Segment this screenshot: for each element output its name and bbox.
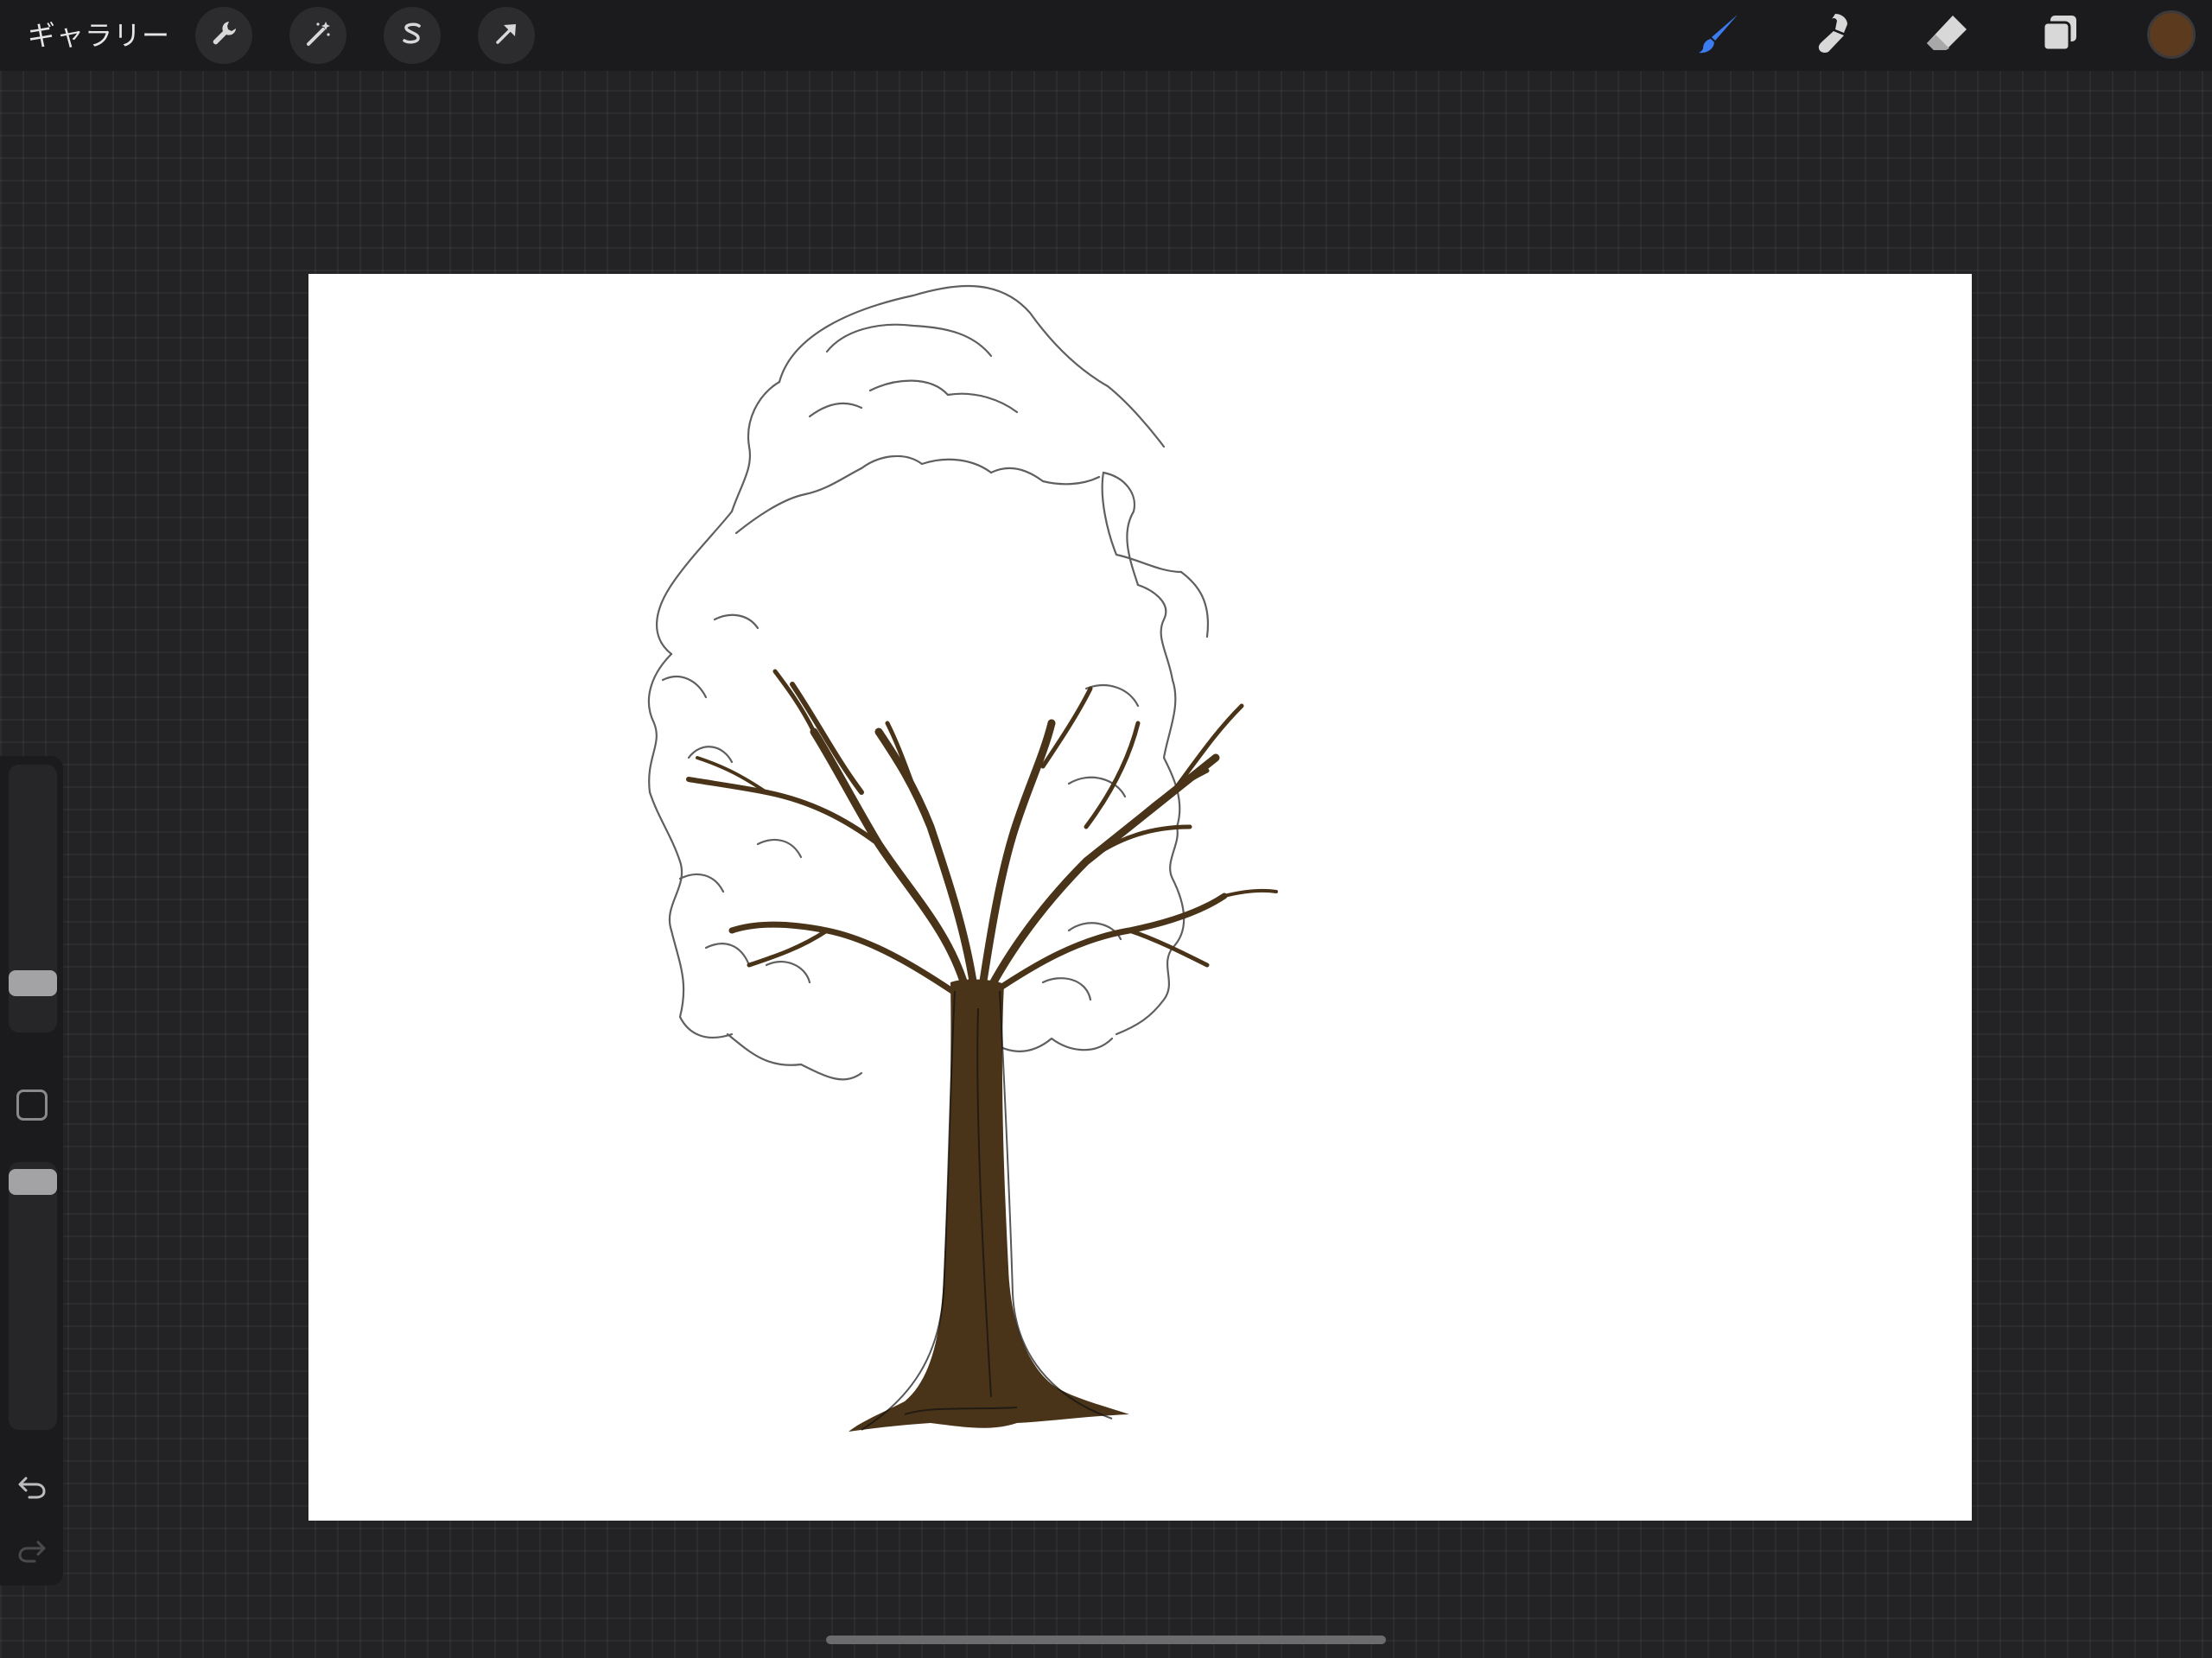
adjustments-button[interactable] [289,7,346,64]
eraser-tool-button[interactable] [1918,7,1975,64]
brush-size-thumb[interactable] [9,970,57,996]
undo-button[interactable] [12,1468,52,1508]
redo-button[interactable] [12,1532,52,1572]
layers-icon [2037,10,2083,60]
magic-wand-icon [302,18,334,53]
transform-button[interactable] [478,7,535,64]
eraser-icon [1923,10,1970,60]
smudge-icon [1809,10,1856,60]
brush-icon [1696,10,1743,60]
opacity-slider[interactable] [9,1162,57,1430]
procreate-app: ギャラリー [0,0,2212,1658]
layers-button[interactable] [2031,7,2088,64]
color-picker-button[interactable] [2147,10,2196,59]
selection-button[interactable] [384,7,441,64]
gallery-button[interactable]: ギャラリー [28,17,170,54]
canopy-sketch [647,284,1210,1081]
square-modify-icon[interactable] [16,1089,48,1121]
smudge-tool-button[interactable] [1804,7,1861,64]
opacity-thumb[interactable] [9,1169,57,1196]
tree-drawing [647,284,1278,1432]
actions-button[interactable] [195,7,252,64]
left-sidebar [0,756,63,1585]
redo-icon [16,1534,48,1570]
home-indicator [826,1636,1386,1644]
tree-branches [686,669,1278,994]
drawing-canvas[interactable] [308,274,1972,1521]
wrench-icon [208,18,239,53]
undo-icon [16,1470,48,1506]
arrow-cursor-icon [491,18,522,53]
top-toolbar: ギャラリー [0,0,2212,71]
brush-tool-button[interactable] [1691,7,1748,64]
selection-s-icon [397,18,428,53]
